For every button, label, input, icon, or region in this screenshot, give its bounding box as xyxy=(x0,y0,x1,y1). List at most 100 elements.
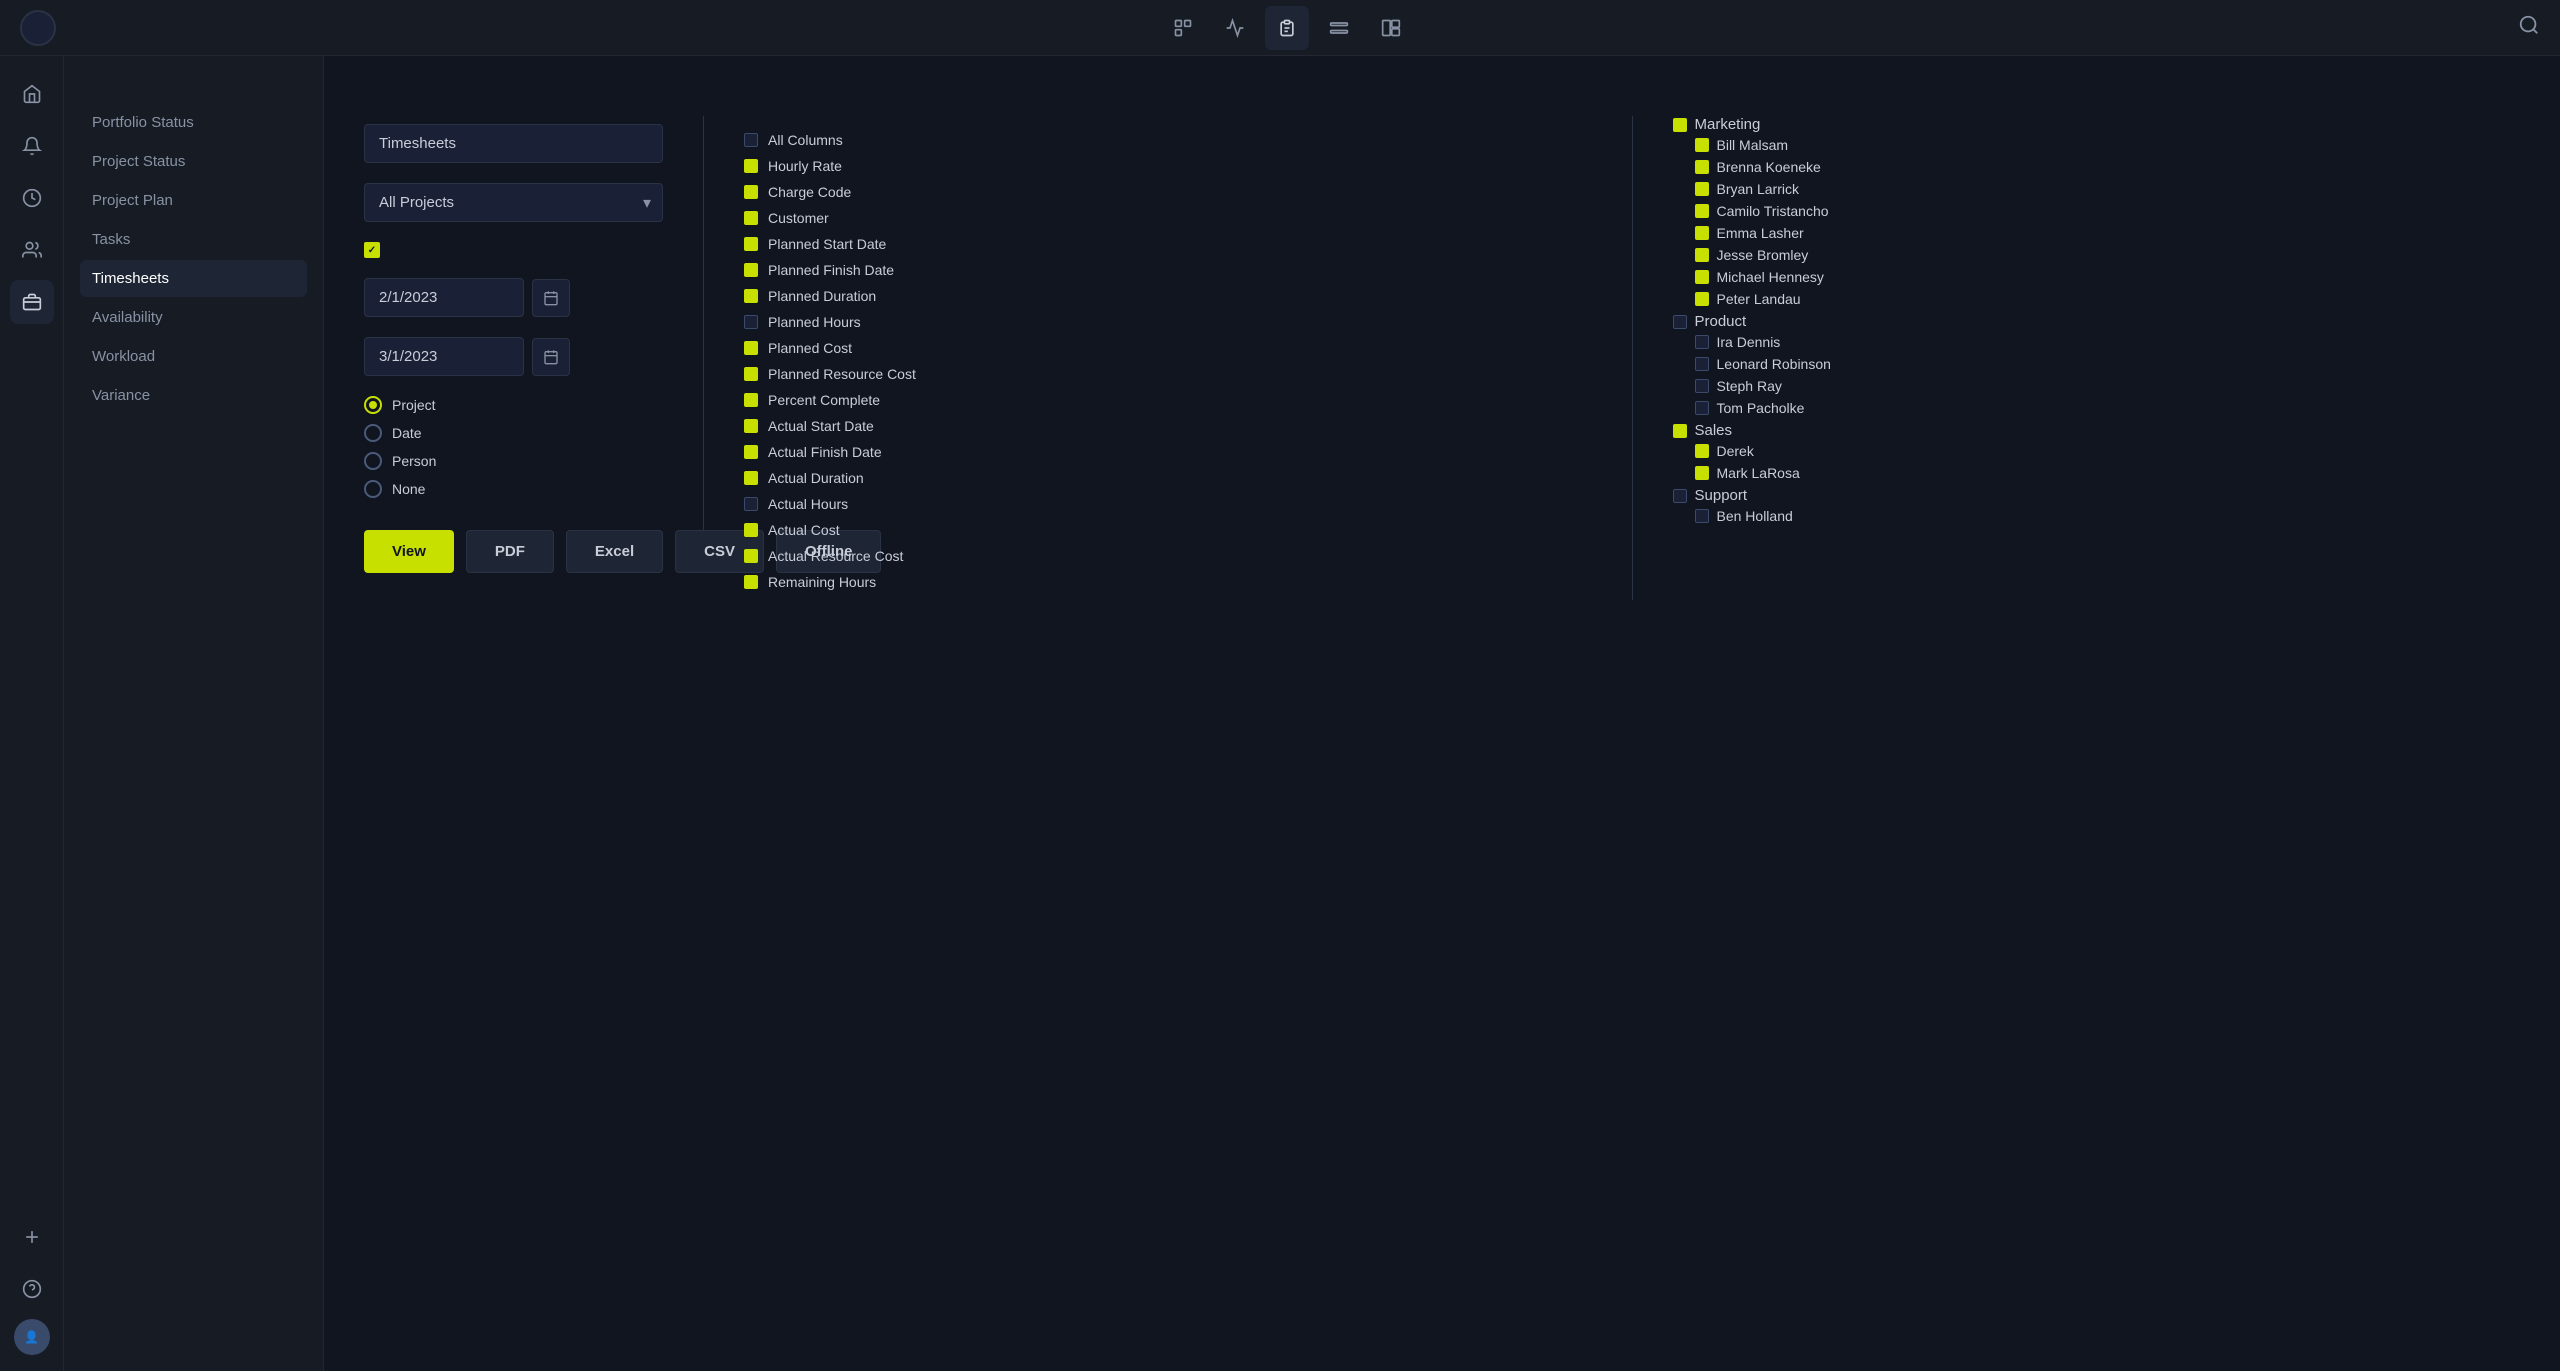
column-checkbox-11[interactable] xyxy=(744,445,758,459)
resource-person-checkbox-1-0[interactable] xyxy=(1695,335,1709,349)
minus-nav-icon[interactable] xyxy=(1317,6,1361,50)
to-date-input[interactable] xyxy=(364,337,524,376)
column-checkbox-12[interactable] xyxy=(744,471,758,485)
resource-group-checkbox-0[interactable] xyxy=(1673,118,1687,132)
radio-person-button[interactable] xyxy=(364,452,382,470)
resource-person-checkbox-0-4[interactable] xyxy=(1695,226,1709,240)
sidebar-item-availability[interactable]: Availability xyxy=(80,299,307,336)
sidebar-item-tasks[interactable]: Tasks xyxy=(80,221,307,258)
column-item-2: Customer xyxy=(744,210,1592,226)
excel-button[interactable]: Excel xyxy=(566,530,663,573)
column-checkbox-3[interactable] xyxy=(744,237,758,251)
resource-person-name-0-5: Jesse Bromley xyxy=(1717,247,1809,263)
sidebar-item-variance[interactable]: Variance xyxy=(80,377,307,414)
view-button[interactable]: View xyxy=(364,530,454,573)
resource-person-checkbox-0-1[interactable] xyxy=(1695,160,1709,174)
resource-person-name-3-0: Ben Holland xyxy=(1717,508,1793,524)
to-calendar-icon[interactable] xyxy=(532,338,570,376)
help-rail-icon[interactable] xyxy=(10,1267,54,1311)
sidebar-item-portfolio-status[interactable]: Portfolio Status xyxy=(80,104,307,141)
resource-person-checkbox-2-1[interactable] xyxy=(1695,466,1709,480)
resource-person-checkbox-2-0[interactable] xyxy=(1695,444,1709,458)
resource-person-name-0-6: Michael Hennesy xyxy=(1717,269,1824,285)
content-area: All Projects Active Projects Closed Proj… xyxy=(324,56,2560,1371)
resource-person-checkbox-1-1[interactable] xyxy=(1695,357,1709,371)
column-item-9: Percent Complete xyxy=(744,392,1592,408)
from-calendar-icon[interactable] xyxy=(532,279,570,317)
resource-group-0: MarketingBill MalsamBrenna KoenekeBryan … xyxy=(1673,116,2521,307)
action-buttons: View PDF Excel CSV Offline xyxy=(364,530,663,573)
column-checkbox-9[interactable] xyxy=(744,393,758,407)
column-item-1: Charge Code xyxy=(744,184,1592,200)
column-label-16: Remaining Hours xyxy=(768,574,876,590)
column-item-11: Actual Finish Date xyxy=(744,444,1592,460)
bell-rail-icon[interactable] xyxy=(10,124,54,168)
resource-person-checkbox-1-3[interactable] xyxy=(1695,401,1709,415)
from-date-input[interactable] xyxy=(364,278,524,317)
resource-person-checkbox-3-0[interactable] xyxy=(1695,509,1709,523)
radio-project-button[interactable] xyxy=(364,396,382,414)
resource-person-checkbox-0-6[interactable] xyxy=(1695,270,1709,284)
clipboard-nav-icon[interactable] xyxy=(1265,6,1309,50)
title-input[interactable] xyxy=(364,124,663,163)
users-rail-icon[interactable] xyxy=(10,228,54,272)
resource-person-2-0: Derek xyxy=(1673,443,2521,459)
column-label-12: Actual Duration xyxy=(768,470,864,486)
radio-project-label: Project xyxy=(392,397,436,413)
clock-rail-icon[interactable] xyxy=(10,176,54,220)
project-select[interactable]: All Projects Active Projects Closed Proj… xyxy=(364,183,663,222)
radio-date-button[interactable] xyxy=(364,424,382,442)
radio-none-button[interactable] xyxy=(364,480,382,498)
search-button[interactable] xyxy=(2518,14,2540,42)
column-item-16: Remaining Hours xyxy=(744,574,1592,590)
column-checkbox-4[interactable] xyxy=(744,263,758,277)
resource-group-checkbox-3[interactable] xyxy=(1673,489,1687,503)
resource-person-checkbox-0-0[interactable] xyxy=(1695,138,1709,152)
briefcase-rail-icon[interactable] xyxy=(10,280,54,324)
resource-person-0-0: Bill Malsam xyxy=(1673,137,2521,153)
column-checkbox-8[interactable] xyxy=(744,367,758,381)
split-nav-icon[interactable] xyxy=(1369,6,1413,50)
column-checkbox-2[interactable] xyxy=(744,211,758,225)
resource-group-name-1: Product xyxy=(1695,313,1747,330)
sidebar-item-timesheets[interactable]: Timesheets xyxy=(80,260,307,297)
column-checkbox-5[interactable] xyxy=(744,289,758,303)
resource-person-0-5: Jesse Bromley xyxy=(1673,247,2521,263)
user-avatar[interactable]: 👤 xyxy=(14,1319,50,1355)
sidebar-item-project-status[interactable]: Project Status xyxy=(80,143,307,180)
resource-group-checkbox-2[interactable] xyxy=(1673,424,1687,438)
app-logo[interactable] xyxy=(20,10,56,46)
column-label-5: Planned Duration xyxy=(768,288,876,304)
column-item-10: Actual Start Date xyxy=(744,418,1592,434)
from-date-row xyxy=(364,278,663,317)
column-checkbox-6[interactable] xyxy=(744,315,758,329)
resource-person-checkbox-1-2[interactable] xyxy=(1695,379,1709,393)
icon-rail: 👤 xyxy=(0,56,64,1371)
resource-person-checkbox-0-2[interactable] xyxy=(1695,182,1709,196)
sidebar-item-project-plan[interactable]: Project Plan xyxy=(80,182,307,219)
include-closed-checkbox[interactable] xyxy=(364,242,380,258)
home-rail-icon[interactable] xyxy=(10,72,54,116)
resource-person-0-4: Emma Lasher xyxy=(1673,225,2521,241)
pdf-button[interactable]: PDF xyxy=(466,530,554,573)
scan-nav-icon[interactable] xyxy=(1161,6,1205,50)
column-checkbox-16[interactable] xyxy=(744,575,758,589)
resource-person-checkbox-0-3[interactable] xyxy=(1695,204,1709,218)
resource-person-2-1: Mark LaRosa xyxy=(1673,465,2521,481)
sidebar-item-workload[interactable]: Workload xyxy=(80,338,307,375)
column-checkbox-14[interactable] xyxy=(744,523,758,537)
resource-group-checkbox-1[interactable] xyxy=(1673,315,1687,329)
resource-person-checkbox-0-5[interactable] xyxy=(1695,248,1709,262)
column-label-0: Hourly Rate xyxy=(768,158,842,174)
all-columns-checkbox[interactable] xyxy=(744,133,758,147)
column-checkbox-15[interactable] xyxy=(744,549,758,563)
column-checkbox-13[interactable] xyxy=(744,497,758,511)
column-label-11: Actual Finish Date xyxy=(768,444,882,460)
column-checkbox-0[interactable] xyxy=(744,159,758,173)
column-checkbox-7[interactable] xyxy=(744,341,758,355)
activity-nav-icon[interactable] xyxy=(1213,6,1257,50)
column-checkbox-10[interactable] xyxy=(744,419,758,433)
resource-person-checkbox-0-7[interactable] xyxy=(1695,292,1709,306)
column-checkbox-1[interactable] xyxy=(744,185,758,199)
plus-rail-icon[interactable] xyxy=(10,1215,54,1259)
